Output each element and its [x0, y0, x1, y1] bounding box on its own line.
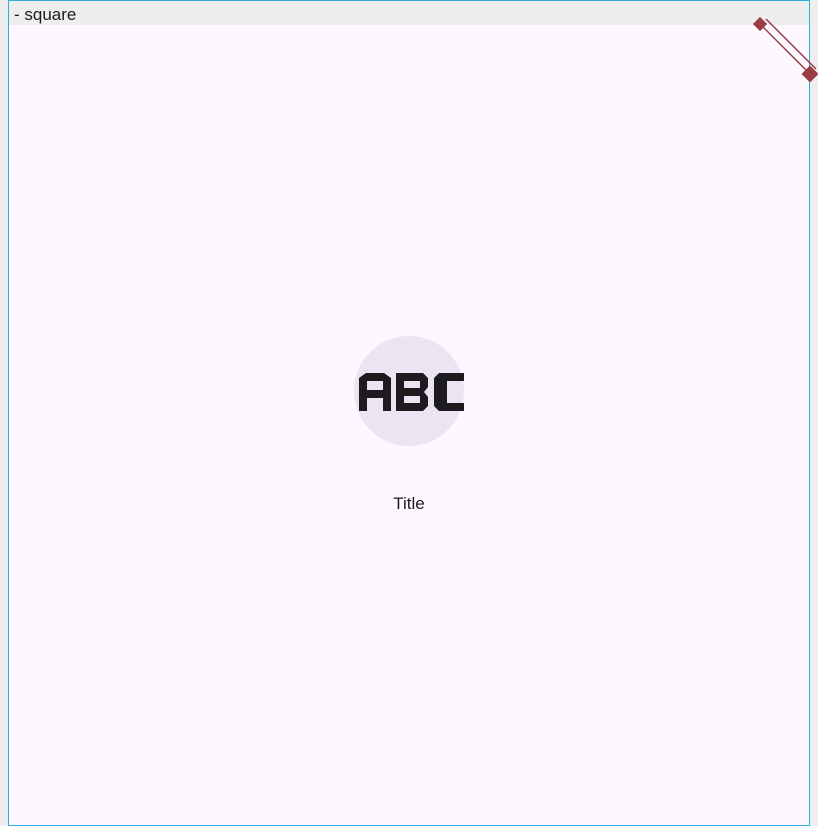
title-text: Title: [393, 494, 425, 513]
abc-icon: [359, 373, 464, 411]
preview-label: - square: [14, 5, 77, 24]
preview-frame: - square Title: [8, 0, 810, 826]
preview-header: - square: [9, 1, 809, 25]
debug-banner-icon: [752, 16, 818, 83]
